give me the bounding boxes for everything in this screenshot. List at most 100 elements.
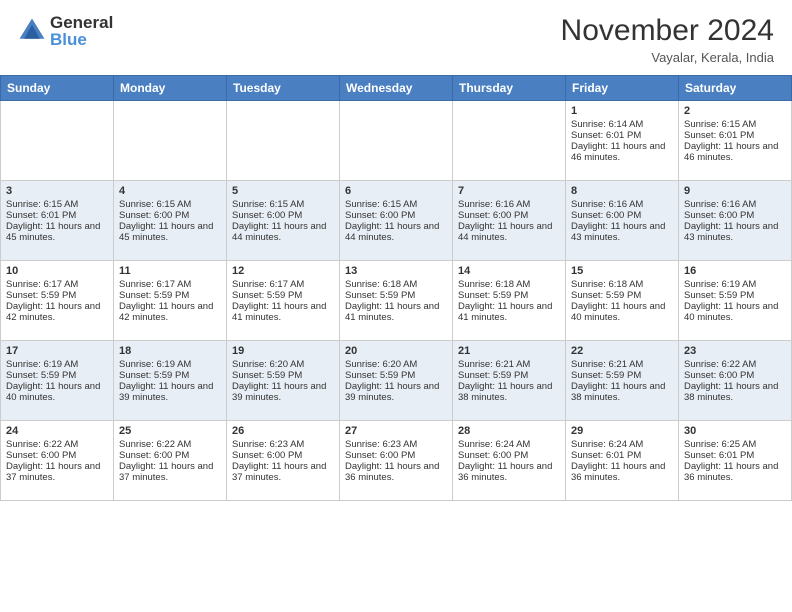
sunrise-text: Sunrise: 6:20 AM <box>345 359 447 370</box>
daylight-text: Daylight: 11 hours and 37 minutes. <box>6 461 108 483</box>
daylight-text: Daylight: 11 hours and 45 minutes. <box>119 221 221 243</box>
calendar-cell <box>227 101 340 181</box>
day-number: 14 <box>458 265 560 277</box>
page: General Blue November 2024 Vayalar, Kera… <box>0 0 792 612</box>
sunset-text: Sunset: 6:00 PM <box>119 210 221 221</box>
calendar-cell: 5 Sunrise: 6:15 AMSunset: 6:00 PMDaylight… <box>227 181 340 261</box>
sunrise-text: Sunrise: 6:24 AM <box>571 439 673 450</box>
calendar-cell <box>114 101 227 181</box>
daylight-text: Daylight: 11 hours and 41 minutes. <box>458 301 560 323</box>
daylight-text: Daylight: 11 hours and 40 minutes. <box>684 301 786 323</box>
daylight-text: Daylight: 11 hours and 38 minutes. <box>684 381 786 403</box>
sunrise-text: Sunrise: 6:18 AM <box>571 279 673 290</box>
calendar-cell: 26Sunrise: 6:23 AMSunset: 6:00 PMDayligh… <box>227 421 340 501</box>
calendar-cell: 16 Sunrise: 6:19 AMSunset: 5:59 PMDayligh… <box>679 261 792 341</box>
calendar-cell <box>1 101 114 181</box>
sunrise-text: Sunrise: 6:18 AM <box>458 279 560 290</box>
sunrise-text: Sunrise: 6:15 AM <box>119 199 221 210</box>
day-number: 16 <box>684 265 786 277</box>
sunset-text: Sunset: 6:00 PM <box>232 210 334 221</box>
calendar-cell: 7Sunrise: 6:16 AMSunset: 6:00 PMDaylight… <box>453 181 566 261</box>
daylight-text: Daylight: 11 hours and 36 minutes. <box>345 461 447 483</box>
day-number: 5 <box>232 185 334 197</box>
day-number: 11 <box>119 265 221 277</box>
sunset-text: Sunset: 5:59 PM <box>6 290 108 301</box>
sunset-text: Sunset: 6:01 PM <box>571 450 673 461</box>
daylight-text: Daylight: 11 hours and 38 minutes. <box>458 381 560 403</box>
sunrise-text: Sunrise: 6:21 AM <box>571 359 673 370</box>
sunrise-text: Sunrise: 6:19 AM <box>119 359 221 370</box>
daylight-text: Daylight: 11 hours and 39 minutes. <box>232 381 334 403</box>
sunrise-text: Sunrise: 6:24 AM <box>458 439 560 450</box>
sunrise-text: Sunrise: 6:22 AM <box>119 439 221 450</box>
sunrise-text: Sunrise: 6:15 AM <box>232 199 334 210</box>
logo-icon <box>18 17 46 45</box>
header-friday: Friday <box>566 76 679 101</box>
sunrise-text: Sunrise: 6:23 AM <box>345 439 447 450</box>
daylight-text: Daylight: 11 hours and 45 minutes. <box>6 221 108 243</box>
weekday-header-row: Sunday Monday Tuesday Wednesday Thursday… <box>1 76 792 101</box>
calendar-cell: 14Sunrise: 6:18 AMSunset: 5:59 PMDayligh… <box>453 261 566 341</box>
sunset-text: Sunset: 5:59 PM <box>119 370 221 381</box>
daylight-text: Daylight: 11 hours and 39 minutes. <box>345 381 447 403</box>
day-number: 1 <box>571 105 673 117</box>
day-number: 27 <box>345 425 447 437</box>
sunset-text: Sunset: 5:59 PM <box>345 290 447 301</box>
daylight-text: Daylight: 11 hours and 44 minutes. <box>345 221 447 243</box>
calendar-cell: 24Sunrise: 6:22 AMSunset: 6:00 PMDayligh… <box>1 421 114 501</box>
calendar-cell <box>340 101 453 181</box>
sunrise-text: Sunrise: 6:17 AM <box>232 279 334 290</box>
header-wednesday: Wednesday <box>340 76 453 101</box>
sunset-text: Sunset: 5:59 PM <box>6 370 108 381</box>
day-number: 6 <box>345 185 447 197</box>
calendar-cell: 8Sunrise: 6:16 AMSunset: 6:00 PMDaylight… <box>566 181 679 261</box>
day-number: 2 <box>684 105 786 117</box>
day-number: 21 <box>458 345 560 357</box>
day-number: 17 <box>6 345 108 357</box>
daylight-text: Daylight: 11 hours and 36 minutes. <box>458 461 560 483</box>
daylight-text: Daylight: 11 hours and 36 minutes. <box>684 461 786 483</box>
calendar-cell: 6Sunrise: 6:15 AMSunset: 6:00 PMDaylight… <box>340 181 453 261</box>
sunrise-text: Sunrise: 6:16 AM <box>684 199 786 210</box>
calendar-cell: 4 Sunrise: 6:15 AMSunset: 6:00 PMDaylight… <box>114 181 227 261</box>
day-number: 8 <box>571 185 673 197</box>
sunset-text: Sunset: 6:01 PM <box>6 210 108 221</box>
daylight-text: Daylight: 11 hours and 42 minutes. <box>6 301 108 323</box>
sunrise-text: Sunrise: 6:19 AM <box>684 279 786 290</box>
sunrise-text: Sunrise: 6:17 AM <box>6 279 108 290</box>
calendar-cell: 13Sunrise: 6:18 AMSunset: 5:59 PMDayligh… <box>340 261 453 341</box>
sunrise-text: Sunrise: 6:22 AM <box>684 359 786 370</box>
daylight-text: Daylight: 11 hours and 44 minutes. <box>458 221 560 243</box>
sunset-text: Sunset: 6:00 PM <box>345 450 447 461</box>
daylight-text: Daylight: 11 hours and 41 minutes. <box>345 301 447 323</box>
sunset-text: Sunset: 6:00 PM <box>345 210 447 221</box>
header-thursday: Thursday <box>453 76 566 101</box>
day-number: 10 <box>6 265 108 277</box>
calendar-row: 17Sunrise: 6:19 AMSunset: 5:59 PMDayligh… <box>1 341 792 421</box>
calendar-cell: 23Sunrise: 6:22 AMSunset: 6:00 PMDayligh… <box>679 341 792 421</box>
logo-area: General Blue <box>18 14 113 48</box>
location: Vayalar, Kerala, India <box>561 50 774 65</box>
sunset-text: Sunset: 5:59 PM <box>571 370 673 381</box>
sunset-text: Sunset: 5:59 PM <box>458 370 560 381</box>
calendar-cell: 25Sunrise: 6:22 AMSunset: 6:00 PMDayligh… <box>114 421 227 501</box>
sunrise-text: Sunrise: 6:16 AM <box>571 199 673 210</box>
day-number: 26 <box>232 425 334 437</box>
header: General Blue November 2024 Vayalar, Kera… <box>0 0 792 71</box>
sunrise-text: Sunrise: 6:25 AM <box>684 439 786 450</box>
sunrise-text: Sunrise: 6:16 AM <box>458 199 560 210</box>
header-saturday: Saturday <box>679 76 792 101</box>
daylight-text: Daylight: 11 hours and 44 minutes. <box>232 221 334 243</box>
calendar-cell: 30Sunrise: 6:25 AMSunset: 6:01 PMDayligh… <box>679 421 792 501</box>
sunset-text: Sunset: 5:59 PM <box>232 290 334 301</box>
daylight-text: Daylight: 11 hours and 46 minutes. <box>684 141 786 163</box>
day-number: 4 <box>119 185 221 197</box>
calendar-cell: 2Sunrise: 6:15 AMSunset: 6:01 PMDaylight… <box>679 101 792 181</box>
sunset-text: Sunset: 6:01 PM <box>684 450 786 461</box>
sunrise-text: Sunrise: 6:15 AM <box>6 199 108 210</box>
day-number: 15 <box>571 265 673 277</box>
sunrise-text: Sunrise: 6:21 AM <box>458 359 560 370</box>
day-number: 9 <box>684 185 786 197</box>
sunset-text: Sunset: 5:59 PM <box>684 290 786 301</box>
day-number: 25 <box>119 425 221 437</box>
